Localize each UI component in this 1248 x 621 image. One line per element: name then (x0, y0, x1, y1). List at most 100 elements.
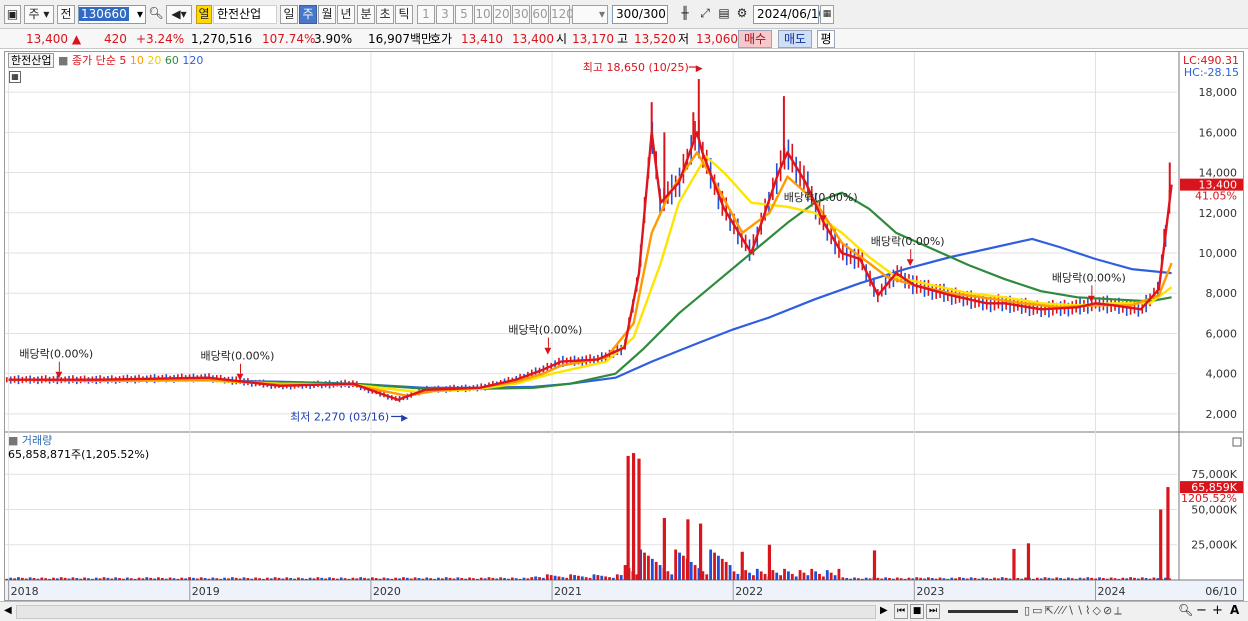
interval-3-button[interactable]: 3 (436, 5, 454, 24)
chart-panel[interactable]: 18,000 16,000 14,000 12,000 10,000 8,000 6,000… (4, 51, 1244, 601)
current-price-value: 13,400 (26, 32, 68, 46)
zoom-slider[interactable] (948, 610, 1018, 613)
chart-legend: 한전산업 ■ 종가 단순 5 10 20 60 120 (8, 52, 203, 68)
volume-bar (748, 572, 751, 580)
period-type-select[interactable]: 주 ▾ (24, 5, 54, 24)
volume-bar (907, 577, 911, 580)
scroll-track[interactable] (16, 605, 876, 619)
volume-bar (370, 577, 374, 580)
volume-bar (647, 555, 650, 580)
volume-bar (1047, 577, 1051, 580)
average-button[interactable]: 평 (817, 30, 835, 48)
first-page-icon[interactable]: ⏮ (894, 604, 908, 619)
buy-button[interactable]: 매수 (738, 30, 772, 48)
volume-bar (332, 578, 335, 580)
volume-bar (437, 577, 440, 580)
period-second-button[interactable]: 초 (376, 5, 394, 24)
zoom-icon[interactable]: 🔍︎ (1178, 603, 1193, 617)
hc-label: HC:-28.15 (1184, 66, 1239, 79)
volume-bar (394, 577, 398, 580)
open-button[interactable]: 열 (196, 5, 212, 24)
gear-icon[interactable]: ⚙ (734, 5, 750, 24)
legend-ma120[interactable]: 120 (182, 54, 203, 67)
period-minute-button[interactable]: 분 (357, 5, 375, 24)
interval-20-button[interactable]: 20 (493, 5, 511, 24)
interval-dropdown[interactable]: ▾ (572, 5, 608, 24)
period-year-button[interactable]: 년 (337, 5, 355, 24)
legend-ma10[interactable]: 10 (130, 54, 144, 67)
volume-bar (1098, 577, 1101, 580)
legend-ma-label[interactable]: 종가 단순 (72, 54, 116, 67)
volume-bar (783, 568, 786, 580)
volume-bar (818, 573, 821, 580)
volume-bar (903, 578, 907, 580)
volume-spike (626, 455, 630, 580)
scroll-right-icon[interactable]: ▶ (880, 605, 888, 616)
draw-tool-icon[interactable]: ⤢ (696, 5, 714, 24)
speaker-icon[interactable]: ◀▾ (166, 5, 192, 24)
interval-1-button[interactable]: 1 (417, 5, 435, 24)
date-input[interactable]: 2024/06/10 (753, 5, 826, 24)
period-week-button[interactable]: 주 (299, 5, 317, 24)
legend-bullet-icon: ■ (57, 54, 69, 67)
volume-bar (300, 578, 304, 580)
candle-type-icon[interactable]: ╫ (676, 5, 694, 24)
volume-bar (1152, 577, 1156, 580)
volume-tick-label: 50,000K (1191, 503, 1237, 516)
volume-bar (1129, 577, 1133, 580)
volume-bar (853, 577, 856, 580)
volume-bar (759, 571, 763, 580)
period-tick-button[interactable]: 틱 (395, 5, 413, 24)
stop-icon[interactable]: ■ (910, 604, 924, 619)
legend-ma5[interactable]: 5 (119, 54, 126, 67)
volume-bar (514, 578, 518, 580)
volume-bar (1125, 578, 1129, 580)
volume-bar (942, 578, 946, 580)
volume-bar (892, 578, 895, 580)
period-month-button[interactable]: 월 (318, 5, 336, 24)
scroll-left-icon[interactable]: ◀ (4, 605, 12, 616)
interval-120-button[interactable]: 120 (550, 5, 574, 24)
volume-bar (297, 577, 300, 580)
font-size-icon[interactable]: A (1230, 603, 1239, 617)
volume-bar (822, 576, 825, 580)
volume-bar (1016, 578, 1020, 580)
sell-button[interactable]: 매도 (778, 30, 812, 48)
chart-marks (5, 79, 1173, 580)
count-input[interactable]: 300/300 (612, 5, 668, 24)
volume-spike (1159, 509, 1163, 580)
legend-ma60[interactable]: 60 (165, 54, 179, 67)
volume-tick-label: 25,000K (1191, 539, 1237, 552)
zoom-out-icon[interactable]: − (1196, 603, 1207, 618)
period-day-button[interactable]: 일 (280, 5, 298, 24)
draw-tools-icons[interactable]: ▯▭⇱⁄⁄⁄∖∖⌇◇⊘⟂ (1024, 604, 1124, 618)
volume-bar (304, 578, 308, 580)
volume-bar (125, 577, 129, 580)
volume-bar (569, 574, 573, 580)
legend-ma20[interactable]: 20 (147, 54, 161, 67)
zoom-in-icon[interactable]: + (1212, 603, 1223, 618)
date-tick-label: 2020 (373, 585, 401, 598)
volume-bar (895, 577, 899, 580)
interval-60-button[interactable]: 60 (531, 5, 549, 24)
window-menu-icon[interactable]: ▣ (4, 5, 21, 24)
volume-bar (5, 578, 9, 580)
chart-grid (5, 52, 1243, 600)
min-annotation: 최저 2,270 (03/16) (290, 410, 389, 423)
calendar-icon[interactable]: ▦ (820, 5, 834, 24)
interval-10-button[interactable]: 10 (474, 5, 492, 24)
volume-bar (771, 570, 775, 580)
table-view-icon[interactable]: ▦ (9, 71, 21, 83)
stock-chart[interactable]: 18,000 16,000 14,000 12,000 10,000 8,000 6,000… (5, 52, 1243, 600)
prev-button[interactable]: 전 (57, 5, 75, 24)
save-icon[interactable]: ▤ (716, 5, 732, 24)
search-icon[interactable]: 🔍︎ (148, 5, 164, 24)
volume-spike (1012, 548, 1016, 580)
interval-30-button[interactable]: 30 (512, 5, 530, 24)
dropdown-arrow-icon[interactable]: ▾ (137, 6, 145, 23)
last-page-icon[interactable]: ⏭ (926, 604, 940, 619)
interval-5-button[interactable]: 5 (455, 5, 473, 24)
stock-code-input[interactable]: 130660 ▾ (78, 5, 146, 24)
legend-stock-name[interactable]: 한전산업 (8, 53, 55, 68)
volume-bar (717, 555, 720, 580)
